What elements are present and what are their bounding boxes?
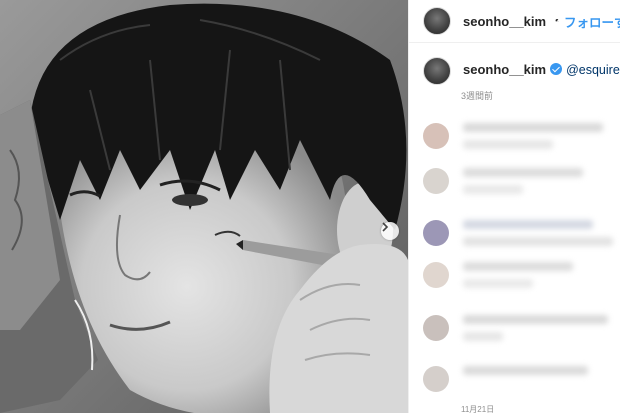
post-photo[interactable]: [0, 0, 408, 413]
caption-username-link[interactable]: seonho__kim: [463, 62, 546, 77]
caption-avatar[interactable]: [423, 57, 451, 85]
post-timestamp[interactable]: 3週間前: [461, 89, 620, 102]
comment-avatar[interactable]: [423, 315, 449, 341]
instagram-post: seonho__kim • フォローする seonho__kim @esquire…: [0, 0, 620, 413]
comment-item: [423, 123, 603, 157]
comment-avatar[interactable]: [423, 123, 449, 149]
username-link[interactable]: seonho__kim: [463, 14, 546, 29]
comment-item: [423, 315, 608, 349]
comment-avatar[interactable]: [423, 262, 449, 288]
post-header: seonho__kim • フォローする: [409, 0, 620, 43]
carousel-next-button[interactable]: [381, 222, 399, 240]
post-date: 11月21日: [461, 405, 495, 413]
comment-item: [423, 220, 613, 254]
comment-avatar[interactable]: [423, 366, 449, 392]
comment-avatar[interactable]: [423, 220, 449, 246]
comment-item: [423, 366, 588, 392]
verified-badge-icon: [550, 63, 563, 75]
caption-mention-link[interactable]: @esquire.kore: [566, 63, 620, 77]
portrait-image: [0, 0, 408, 413]
comment-item: [423, 262, 573, 296]
comment-item: [423, 168, 583, 202]
chevron-right-icon: [382, 222, 389, 232]
post-side-panel: seonho__kim • フォローする seonho__kim @esquire…: [408, 0, 620, 413]
follow-button[interactable]: フォローする: [564, 12, 620, 31]
avatar[interactable]: [423, 7, 451, 35]
comment-avatar[interactable]: [423, 168, 449, 194]
caption-row: seonho__kim @esquire.kore: [409, 43, 620, 85]
